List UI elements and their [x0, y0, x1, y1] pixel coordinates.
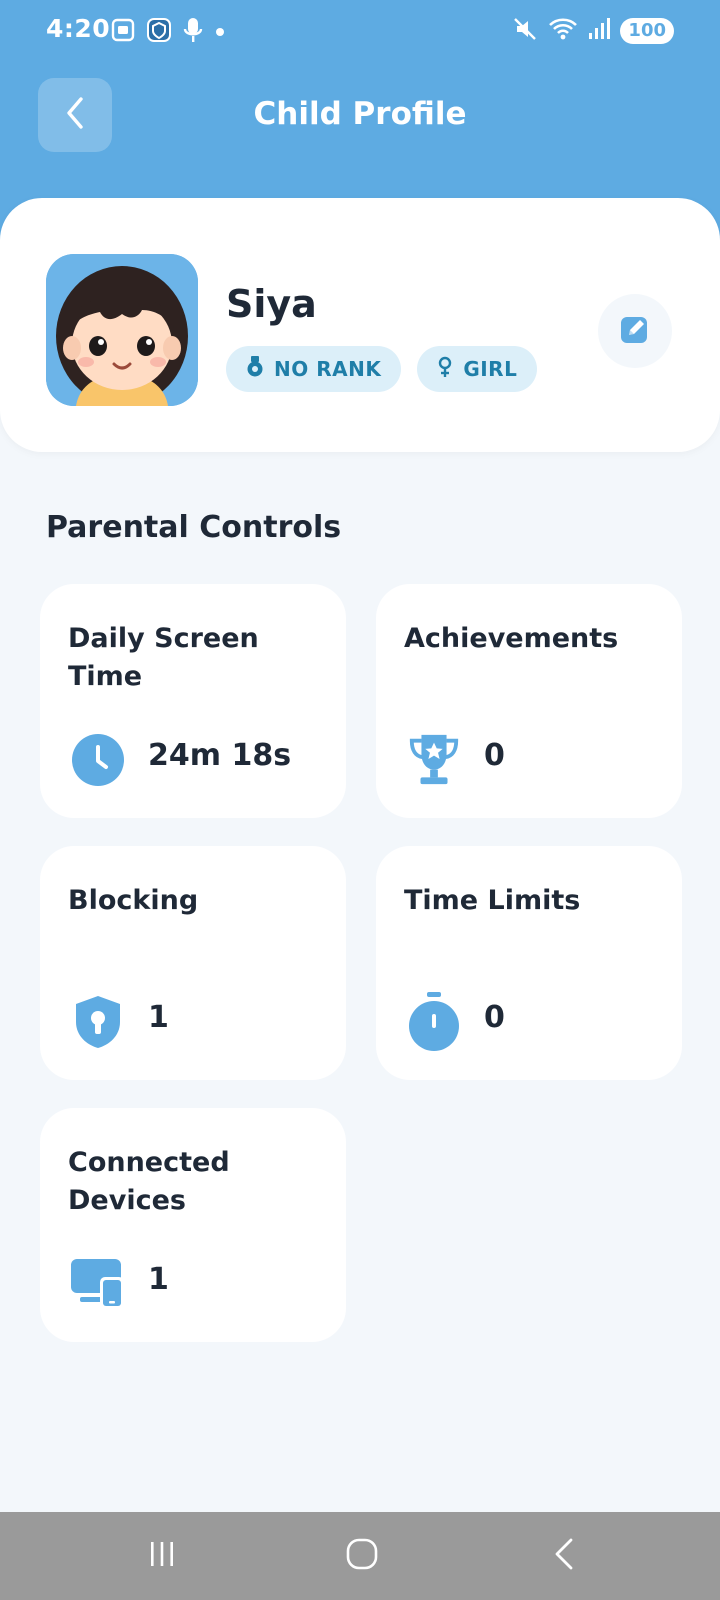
status-time: 4:20 — [46, 14, 111, 43]
tile-value: 24m 18s — [148, 738, 292, 773]
screenshot-icon — [110, 17, 136, 47]
edit-icon — [619, 313, 651, 349]
rank-badge: NO RANK — [226, 346, 402, 392]
tile-blocking[interactable]: Blocking 1 — [40, 846, 346, 1080]
tile-achievements[interactable]: Achievements 0 — [376, 584, 682, 818]
shield-icon — [70, 994, 126, 1050]
wifi-icon — [548, 16, 578, 46]
tile-title: Connected Devices — [68, 1147, 230, 1216]
tile-value: 0 — [484, 1000, 505, 1035]
home-button[interactable] — [338, 1534, 386, 1578]
tile-title: Blocking — [68, 885, 199, 916]
gender-label: GIRL — [463, 357, 518, 381]
tile-title: Achievements — [404, 623, 619, 654]
tile-value: 1 — [148, 1262, 169, 1297]
signal-icon — [588, 17, 611, 45]
tile-daily-screen-time[interactable]: Daily Screen Time 24m 18s — [40, 584, 346, 818]
home-icon — [345, 1537, 379, 1575]
female-icon — [437, 356, 453, 383]
profile-card: Siya NO RANK GIRL — [0, 198, 720, 452]
microphone-icon — [182, 16, 204, 48]
section-title: Parental Controls — [46, 510, 342, 545]
devices-icon — [70, 1256, 126, 1312]
mute-icon — [512, 16, 538, 46]
system-nav-bar — [0, 1512, 720, 1600]
child-name: Siya — [226, 282, 317, 326]
page-title: Child Profile — [253, 96, 467, 132]
edit-profile-button[interactable] — [598, 294, 672, 368]
dot-icon — [214, 23, 226, 42]
timer-icon — [406, 992, 462, 1051]
status-icons-left — [110, 16, 226, 48]
tile-title: Daily Screen Time — [68, 623, 259, 692]
recent-apps-icon — [147, 1539, 177, 1573]
battery-icon: 100 — [620, 18, 674, 44]
gender-badge: GIRL — [417, 346, 538, 392]
trophy-icon — [406, 732, 462, 788]
tile-value: 1 — [148, 1000, 169, 1035]
clock-icon — [70, 732, 126, 788]
rank-label: NO RANK — [274, 357, 382, 381]
shield-app-icon — [146, 17, 172, 47]
status-bar: 4:20 100 — [0, 0, 720, 64]
status-icons-right: 100 — [512, 16, 674, 46]
medal-icon — [246, 355, 264, 383]
avatar — [46, 254, 198, 406]
tile-title: Time Limits — [404, 885, 581, 916]
nav-back-button[interactable] — [540, 1534, 588, 1578]
tile-value: 0 — [484, 738, 505, 773]
tile-connected-devices[interactable]: Connected Devices 1 — [40, 1108, 346, 1342]
tile-time-limits[interactable]: Time Limits 0 — [376, 846, 682, 1080]
back-icon — [552, 1537, 576, 1575]
recent-apps-button[interactable] — [138, 1534, 186, 1578]
profile-badges: NO RANK GIRL — [226, 346, 538, 392]
